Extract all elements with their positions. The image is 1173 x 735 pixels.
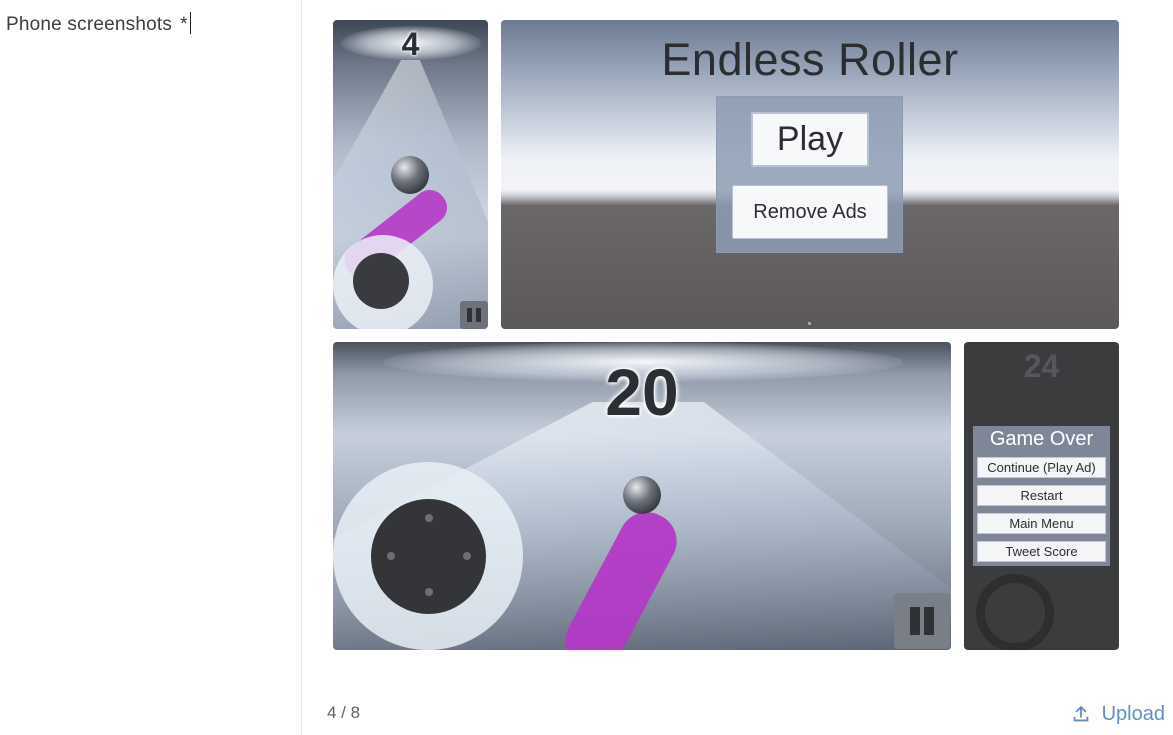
phone-screenshots-label: Phone screenshots * [6,12,191,36]
restart-button: Restart [977,485,1106,506]
joystick-dot-up [425,514,433,522]
remove-ads-button: Remove Ads [732,185,888,239]
label-text: Phone screenshots [6,14,173,35]
tweet-score-button: Tweet Score [977,541,1106,562]
continue-button: Continue (Play Ad) [977,457,1106,478]
upload-button[interactable]: Upload [1070,700,1165,728]
joystick-dot-down [425,588,433,596]
screenshot-4-game-over[interactable]: 24 Game Over Continue (Play Ad) Restart … [964,342,1119,650]
pause-icon [460,301,488,329]
play-button: Play [751,112,869,167]
screenshot-3-gameplay-landscape[interactable]: 20 [333,342,951,650]
upload-label: Upload [1101,702,1165,725]
ball [623,476,661,514]
menu-panel: Play Remove Ads [716,96,903,253]
game-title: Endless Roller [661,34,959,85]
joystick-dot-left [387,552,395,560]
joystick-dot-right [463,552,471,560]
score-display: 24 [1023,348,1060,384]
joystick [353,253,409,309]
marker-dot [808,322,811,325]
joystick-ghost [976,574,1054,650]
field-label-column: Phone screenshots * [0,0,302,735]
ball [391,156,429,194]
score-display: 20 [605,355,679,429]
required-asterisk: * [180,14,188,35]
main-menu-button: Main Menu [977,513,1106,534]
game-over-heading: Game Over [989,428,1094,450]
game-over-panel: Game Over Continue (Play Ad) Restart Mai… [973,426,1110,566]
screenshot-counter: 4 / 8 [327,703,361,722]
upload-icon [1070,703,1092,725]
score-display: 4 [401,26,420,62]
screenshot-1-gameplay-portrait[interactable]: 4 [333,20,488,329]
pause-icon [894,593,950,649]
screenshot-2-main-menu[interactable]: Endless Roller Play Remove Ads [501,20,1119,329]
text-caret [189,12,191,34]
